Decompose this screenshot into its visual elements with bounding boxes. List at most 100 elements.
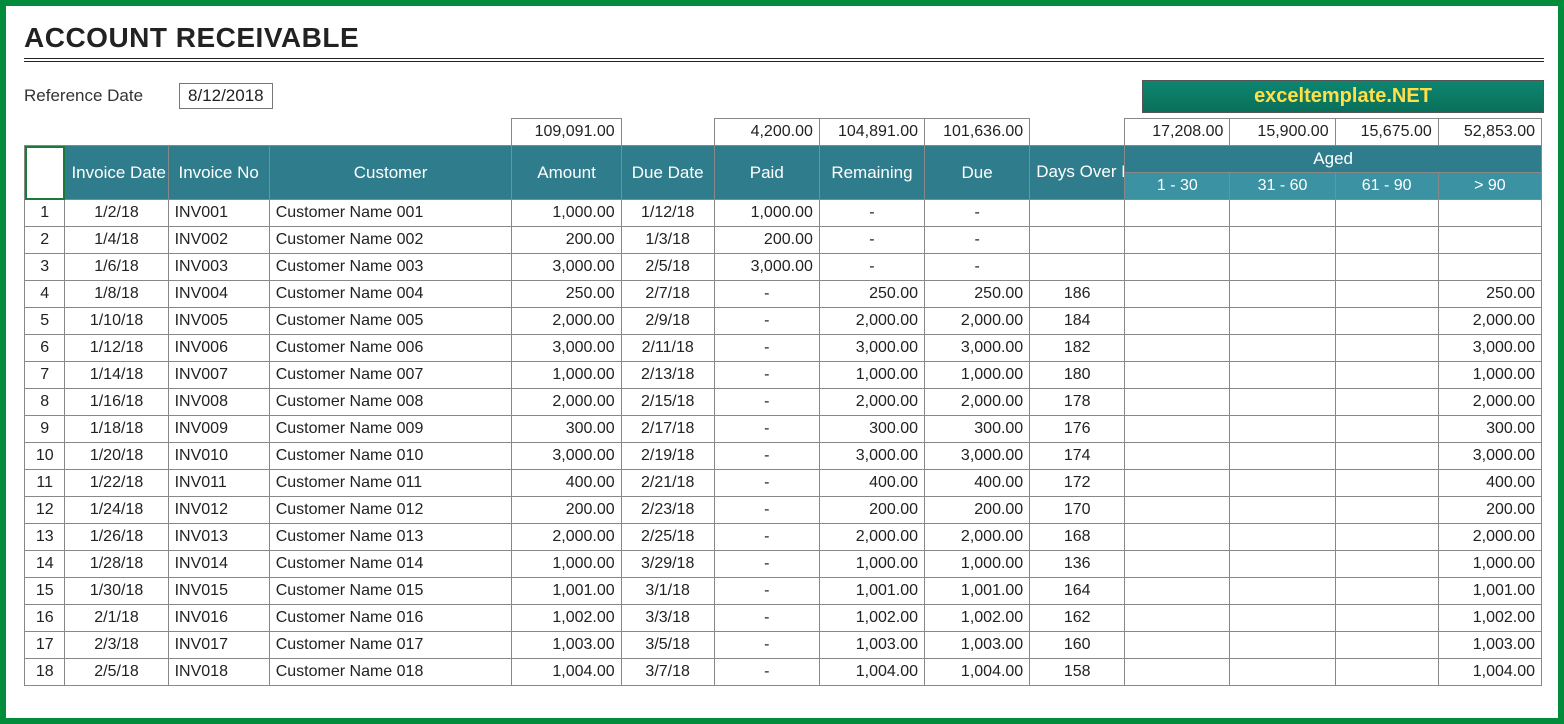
- cell-paid[interactable]: -: [714, 551, 819, 578]
- cell-aged-61-90[interactable]: [1335, 551, 1438, 578]
- cell-aged-over-90[interactable]: 250.00: [1438, 281, 1541, 308]
- cell-due[interactable]: 300.00: [925, 416, 1030, 443]
- cell-aged-over-90[interactable]: 1,000.00: [1438, 551, 1541, 578]
- cell-aged-1-30[interactable]: [1125, 605, 1230, 632]
- cell-due[interactable]: -: [925, 200, 1030, 227]
- cell-aged-61-90[interactable]: [1335, 389, 1438, 416]
- cell-aged-31-60[interactable]: [1230, 416, 1335, 443]
- cell-aged-over-90[interactable]: 3,000.00: [1438, 335, 1541, 362]
- header-days-over-due[interactable]: Days Over Due: [1030, 146, 1125, 200]
- cell-days-over-due[interactable]: 180: [1030, 362, 1125, 389]
- cell-aged-over-90[interactable]: [1438, 254, 1541, 281]
- cell-customer[interactable]: Customer Name 004: [269, 281, 512, 308]
- cell-no[interactable]: 16: [25, 605, 65, 632]
- cell-due[interactable]: 400.00: [925, 470, 1030, 497]
- cell-paid[interactable]: -: [714, 416, 819, 443]
- cell-amount[interactable]: 1,000.00: [512, 200, 621, 227]
- cell-invoice-no[interactable]: INV015: [168, 578, 269, 605]
- cell-invoice-no[interactable]: INV003: [168, 254, 269, 281]
- cell-paid[interactable]: -: [714, 605, 819, 632]
- header-customer[interactable]: Customer: [269, 146, 512, 200]
- cell-aged-1-30[interactable]: [1125, 632, 1230, 659]
- cell-aged-61-90[interactable]: [1335, 362, 1438, 389]
- cell-aged-1-30[interactable]: [1125, 308, 1230, 335]
- cell-aged-1-30[interactable]: [1125, 362, 1230, 389]
- cell-aged-61-90[interactable]: [1335, 605, 1438, 632]
- cell-customer[interactable]: Customer Name 018: [269, 659, 512, 686]
- cell-customer[interactable]: Customer Name 014: [269, 551, 512, 578]
- cell-days-over-due[interactable]: 174: [1030, 443, 1125, 470]
- cell-remaining[interactable]: -: [819, 227, 924, 254]
- cell-days-over-due[interactable]: 160: [1030, 632, 1125, 659]
- cell-customer[interactable]: Customer Name 016: [269, 605, 512, 632]
- cell-remaining[interactable]: 2,000.00: [819, 308, 924, 335]
- cell-no[interactable]: 9: [25, 416, 65, 443]
- cell-invoice-no[interactable]: INV002: [168, 227, 269, 254]
- cell-paid[interactable]: -: [714, 524, 819, 551]
- cell-due-date[interactable]: 2/21/18: [621, 470, 714, 497]
- cell-aged-61-90[interactable]: [1335, 281, 1438, 308]
- cell-remaining[interactable]: 1,002.00: [819, 605, 924, 632]
- cell-paid[interactable]: -: [714, 659, 819, 686]
- cell-aged-31-60[interactable]: [1230, 605, 1335, 632]
- cell-paid[interactable]: -: [714, 281, 819, 308]
- cell-no[interactable]: 15: [25, 578, 65, 605]
- cell-paid[interactable]: 200.00: [714, 227, 819, 254]
- cell-due[interactable]: 250.00: [925, 281, 1030, 308]
- cell-invoice-date[interactable]: 1/26/18: [65, 524, 168, 551]
- cell-paid[interactable]: 1,000.00: [714, 200, 819, 227]
- cell-paid[interactable]: -: [714, 362, 819, 389]
- cell-days-over-due[interactable]: 184: [1030, 308, 1125, 335]
- cell-aged-31-60[interactable]: [1230, 308, 1335, 335]
- cell-remaining[interactable]: 2,000.00: [819, 389, 924, 416]
- cell-amount[interactable]: 300.00: [512, 416, 621, 443]
- cell-aged-1-30[interactable]: [1125, 389, 1230, 416]
- cell-aged-over-90[interactable]: 200.00: [1438, 497, 1541, 524]
- cell-due-date[interactable]: 2/25/18: [621, 524, 714, 551]
- cell-aged-1-30[interactable]: [1125, 551, 1230, 578]
- cell-customer[interactable]: Customer Name 011: [269, 470, 512, 497]
- cell-no[interactable]: 14: [25, 551, 65, 578]
- cell-aged-61-90[interactable]: [1335, 659, 1438, 686]
- cell-amount[interactable]: 1,002.00: [512, 605, 621, 632]
- cell-due-date[interactable]: 3/3/18: [621, 605, 714, 632]
- cell-amount[interactable]: 3,000.00: [512, 335, 621, 362]
- cell-aged-over-90[interactable]: 3,000.00: [1438, 443, 1541, 470]
- header-aged-over-90[interactable]: > 90: [1438, 173, 1541, 200]
- cell-aged-1-30[interactable]: [1125, 659, 1230, 686]
- cell-invoice-no[interactable]: INV008: [168, 389, 269, 416]
- cell-customer[interactable]: Customer Name 013: [269, 524, 512, 551]
- cell-invoice-date[interactable]: 1/8/18: [65, 281, 168, 308]
- cell-aged-31-60[interactable]: [1230, 362, 1335, 389]
- header-amount[interactable]: Amount: [512, 146, 621, 200]
- cell-customer[interactable]: Customer Name 001: [269, 200, 512, 227]
- cell-paid[interactable]: -: [714, 470, 819, 497]
- cell-no[interactable]: 2: [25, 227, 65, 254]
- cell-customer[interactable]: Customer Name 003: [269, 254, 512, 281]
- cell-remaining[interactable]: 1,003.00: [819, 632, 924, 659]
- cell-customer[interactable]: Customer Name 015: [269, 578, 512, 605]
- cell-due[interactable]: 1,004.00: [925, 659, 1030, 686]
- cell-customer[interactable]: Customer Name 017: [269, 632, 512, 659]
- cell-days-over-due[interactable]: [1030, 254, 1125, 281]
- cell-aged-61-90[interactable]: [1335, 497, 1438, 524]
- cell-remaining[interactable]: 3,000.00: [819, 443, 924, 470]
- cell-aged-61-90[interactable]: [1335, 632, 1438, 659]
- cell-due-date[interactable]: 3/1/18: [621, 578, 714, 605]
- cell-customer[interactable]: Customer Name 010: [269, 443, 512, 470]
- cell-due[interactable]: 1,003.00: [925, 632, 1030, 659]
- cell-aged-61-90[interactable]: [1335, 200, 1438, 227]
- cell-no[interactable]: 12: [25, 497, 65, 524]
- cell-invoice-date[interactable]: 1/10/18: [65, 308, 168, 335]
- cell-paid[interactable]: -: [714, 632, 819, 659]
- cell-invoice-date[interactable]: 1/30/18: [65, 578, 168, 605]
- cell-amount[interactable]: 1,000.00: [512, 362, 621, 389]
- cell-aged-61-90[interactable]: [1335, 308, 1438, 335]
- cell-no[interactable]: 7: [25, 362, 65, 389]
- cell-invoice-no[interactable]: INV010: [168, 443, 269, 470]
- cell-remaining[interactable]: 2,000.00: [819, 524, 924, 551]
- cell-aged-1-30[interactable]: [1125, 443, 1230, 470]
- cell-invoice-date[interactable]: 1/2/18: [65, 200, 168, 227]
- cell-invoice-date[interactable]: 1/14/18: [65, 362, 168, 389]
- cell-invoice-date[interactable]: 1/12/18: [65, 335, 168, 362]
